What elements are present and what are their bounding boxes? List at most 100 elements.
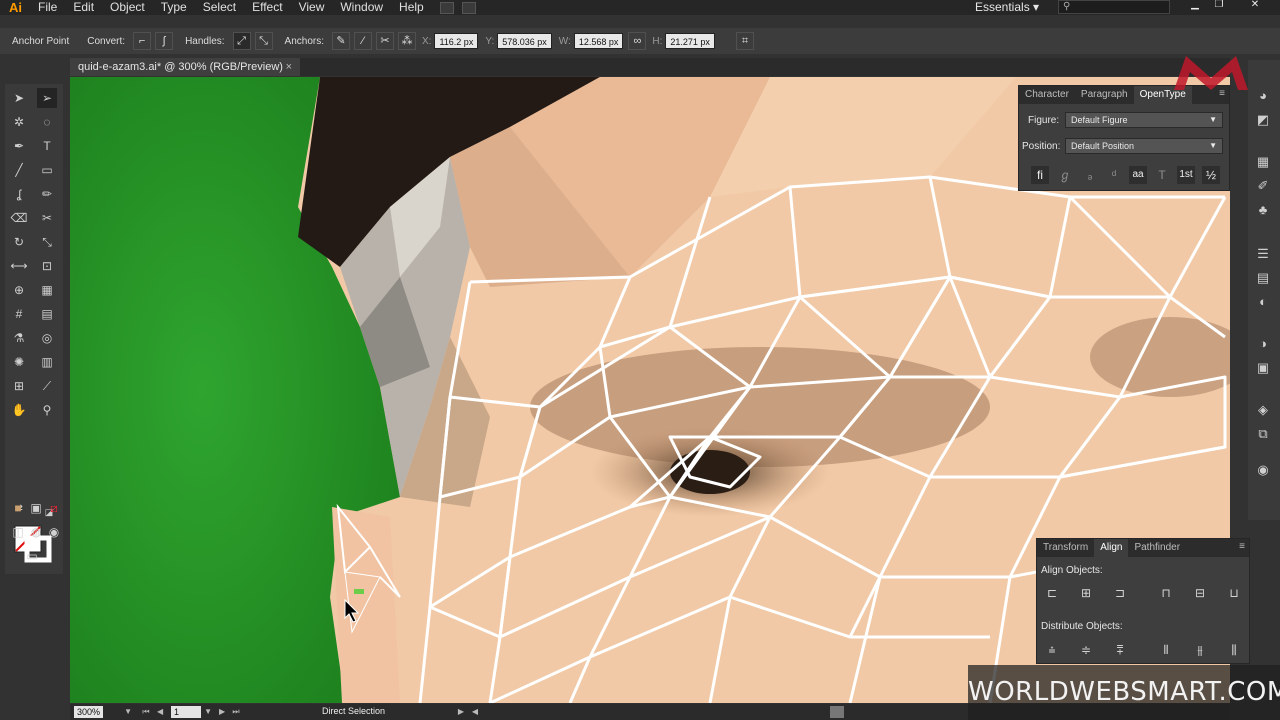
artboard-tool-icon[interactable]: ⊞	[9, 376, 29, 396]
vertical-align-center-icon[interactable]: ⊟	[1191, 585, 1209, 601]
graph-tool-icon[interactable]: ▥	[37, 352, 57, 372]
connect-endpoints-icon[interactable]: ⁄	[354, 32, 372, 50]
gradient-tool-icon[interactable]: ▤	[37, 304, 57, 324]
perspective-grid-tool-icon[interactable]: ▦	[37, 280, 57, 300]
convert-smooth-icon[interactable]: ʃ	[155, 32, 174, 50]
position-select[interactable]: Default Position ▼	[1065, 138, 1223, 154]
appearance-icon[interactable]: ◑	[1253, 334, 1273, 354]
width-tool-icon[interactable]: ⟷	[9, 256, 29, 276]
transparency-icon[interactable]: ◐	[1253, 292, 1273, 312]
draw-behind-icon[interactable]: ◍	[26, 522, 46, 542]
help-search-input[interactable]: ⚲	[1058, 0, 1170, 14]
chevron-down-icon[interactable]: ▼	[121, 706, 135, 718]
constrain-link-icon[interactable]: ∞	[628, 32, 647, 50]
remove-anchor-icon[interactable]: ✎	[332, 32, 350, 50]
cut-path-icon[interactable]: ✂	[376, 32, 394, 50]
panel-menu-icon[interactable]: ≡	[1239, 541, 1245, 552]
eyedropper-tool-icon[interactable]: ⚗	[9, 328, 29, 348]
distribute-left-icon[interactable]: ⫴	[1157, 642, 1175, 658]
stylistic-alternates-button[interactable]: aa	[1129, 166, 1147, 184]
menu-type[interactable]: Type	[153, 0, 195, 15]
horizontal-align-right-icon[interactable]: ⊐	[1111, 585, 1129, 601]
color-panel-icon[interactable]: ◕	[1253, 86, 1273, 106]
arrange-documents-button[interactable]	[461, 1, 476, 14]
close-document-icon[interactable]: ×	[286, 58, 292, 76]
first-artboard-icon[interactable]: ⏮	[139, 706, 153, 718]
type-tool-icon[interactable]: T	[37, 136, 57, 156]
menu-select[interactable]: Select	[195, 0, 244, 15]
zoom-tool-icon[interactable]: ⚲	[37, 400, 57, 420]
screen-mode-icon[interactable]: ▭	[22, 546, 42, 566]
distribute-vertical-center-icon[interactable]: ≑	[1077, 642, 1095, 658]
ordinals-button[interactable]: 1st	[1177, 166, 1195, 184]
contextual-alternates-button[interactable]: ℊ	[1056, 166, 1074, 184]
distribute-bottom-icon[interactable]: ⩱	[1111, 642, 1129, 658]
horizontal-align-center-icon[interactable]: ⊞	[1077, 585, 1095, 601]
tab-transform[interactable]: Transform	[1037, 539, 1094, 557]
status-menu-icon[interactable]: ▶	[454, 706, 468, 718]
symbol-sprayer-tool-icon[interactable]: ✺	[9, 352, 29, 372]
discretionary-ligatures-button[interactable]: ₔ	[1081, 166, 1099, 184]
swash-button[interactable]: ᵈ	[1105, 166, 1123, 184]
vertical-align-top-icon[interactable]: ⊓	[1157, 585, 1175, 601]
graphic-styles-icon[interactable]: ▣	[1253, 358, 1273, 378]
previous-artboard-icon[interactable]: ◀	[153, 706, 167, 718]
shape-builder-tool-icon[interactable]: ⊕	[9, 280, 29, 300]
slice-tool-icon[interactable]: ⟋	[37, 376, 57, 396]
draw-inside-icon[interactable]: ◉	[44, 522, 64, 542]
creative-cloud-libraries-icon[interactable]: ◉	[1253, 460, 1273, 480]
menu-help[interactable]: Help	[391, 0, 432, 15]
symbols-icon[interactable]: ♣	[1253, 200, 1273, 220]
x-position-field[interactable]: 116.2 px	[434, 33, 479, 49]
color-mode-icon[interactable]: ■	[8, 498, 28, 518]
mesh-tool-icon[interactable]: #	[9, 304, 29, 324]
menu-effect[interactable]: Effect	[244, 0, 290, 15]
last-artboard-icon[interactable]: ⏭	[229, 706, 243, 718]
horizontal-align-left-icon[interactable]: ⊏	[1043, 585, 1061, 601]
lasso-tool-icon[interactable]: ◌	[37, 112, 57, 132]
width-field[interactable]: 12.568 px	[573, 33, 624, 49]
tab-pathfinder[interactable]: Pathfinder	[1128, 539, 1186, 557]
scroll-left-icon[interactable]: ◀	[468, 706, 482, 718]
menu-object[interactable]: Object	[102, 0, 153, 15]
standard-ligatures-button[interactable]: ﬁ	[1031, 166, 1049, 184]
bridge-button[interactable]	[439, 1, 454, 14]
distribute-top-icon[interactable]: ⩮	[1043, 642, 1061, 658]
none-mode-icon[interactable]: ⧄	[44, 498, 64, 518]
distribute-horizontal-center-icon[interactable]: ⫵	[1191, 642, 1209, 658]
swatches-icon[interactable]: ▦	[1253, 152, 1273, 172]
rotate-tool-icon[interactable]: ↻	[9, 232, 29, 252]
gradient-mode-icon[interactable]: ▣	[26, 498, 46, 518]
pencil-tool-icon[interactable]: ✏	[37, 184, 57, 204]
distribute-right-icon[interactable]: ⫼	[1225, 642, 1243, 658]
horizontal-scrollbar-thumb[interactable]	[830, 706, 844, 718]
zoom-field[interactable]: 300%	[74, 706, 104, 718]
draw-normal-icon[interactable]: ◫	[8, 522, 28, 542]
next-artboard-icon[interactable]: ▶	[215, 706, 229, 718]
artboards-icon[interactable]: ⧉	[1253, 424, 1273, 444]
hand-tool-icon[interactable]: ✋	[9, 400, 29, 420]
scissors-tool-icon[interactable]: ✂	[37, 208, 57, 228]
isolate-icon[interactable]: ⌗	[735, 32, 754, 50]
layers-icon[interactable]: ◈	[1253, 400, 1273, 420]
hide-handles-icon[interactable]: ⤡	[254, 32, 273, 50]
menu-edit[interactable]: Edit	[65, 0, 102, 15]
rectangle-tool-icon[interactable]: ▭	[37, 160, 57, 180]
tab-paragraph[interactable]: Paragraph	[1075, 86, 1134, 104]
maximize-icon[interactable]: ❐	[1208, 0, 1230, 10]
vertical-align-bottom-icon[interactable]: ⊔	[1225, 585, 1243, 601]
line-tool-icon[interactable]: ╱	[9, 160, 29, 180]
color-guide-icon[interactable]: ◩	[1253, 110, 1273, 130]
magic-wand-tool-icon[interactable]: ✲	[9, 112, 29, 132]
direct-selection-tool-icon[interactable]: ➢	[37, 88, 57, 108]
blend-tool-icon[interactable]: ◎	[37, 328, 57, 348]
eraser-tool-icon[interactable]: ⌫	[9, 208, 29, 228]
menu-view[interactable]: View	[291, 0, 333, 15]
gradient-icon[interactable]: ▤	[1253, 268, 1273, 288]
convert-corner-icon[interactable]: ⌐	[133, 32, 152, 50]
paintbrush-tool-icon[interactable]: ʆ	[9, 184, 29, 204]
menu-file[interactable]: File	[30, 0, 65, 15]
tab-align[interactable]: Align	[1094, 539, 1129, 557]
figure-select[interactable]: Default Figure ▼	[1065, 112, 1223, 128]
artboard-number-field[interactable]: 1	[171, 706, 202, 718]
